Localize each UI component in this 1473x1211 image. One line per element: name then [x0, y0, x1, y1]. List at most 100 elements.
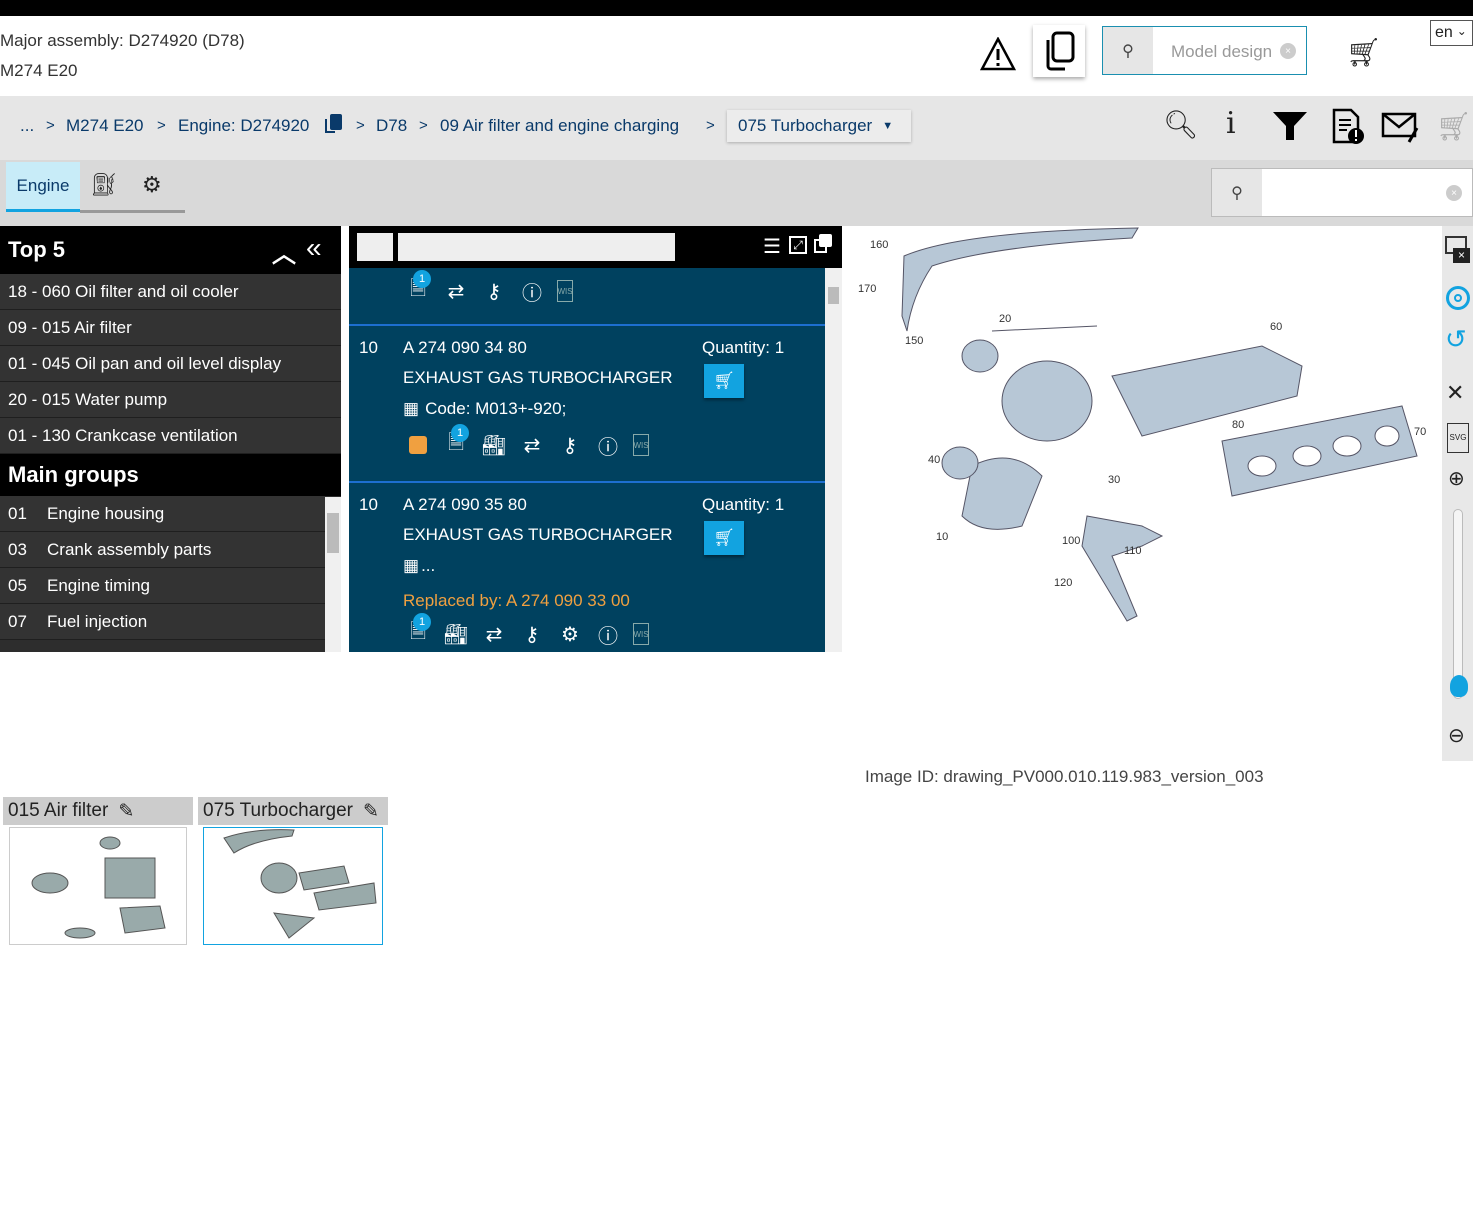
warning-icon[interactable] [978, 34, 1018, 74]
info-icon[interactable]: ⓘ [595, 621, 621, 648]
replaced-by[interactable]: Replaced by: A 274 090 33 00 [403, 591, 630, 611]
info-icon[interactable]: ⓘ [519, 278, 545, 305]
callout-160[interactable]: 160 [870, 239, 888, 251]
copy-icon[interactable] [324, 114, 344, 134]
callout-10[interactable]: 10 [936, 531, 948, 543]
callout-80[interactable]: 80 [1232, 419, 1244, 431]
tab-paint-icon[interactable]: ⛽︎ [90, 172, 118, 198]
part-number[interactable]: A 274 090 35 80 [403, 495, 527, 515]
add-to-cart-button[interactable]: 🛒︎ [704, 521, 744, 555]
popout-icon[interactable] [814, 234, 832, 254]
info-icon[interactable]: ⓘ [595, 432, 621, 459]
key-icon[interactable]: ⚷ [481, 278, 507, 304]
model-design-input[interactable]: Model design [1171, 42, 1272, 62]
code-table-icon[interactable]: ▦ [403, 556, 419, 576]
collapse-panel-icon[interactable]: « [306, 232, 322, 264]
main-group-item[interactable]: 01 Engine housing [0, 496, 325, 532]
zoom-slider-thumb[interactable] [1450, 675, 1468, 697]
scrollbar[interactable] [325, 497, 341, 652]
model-design-search[interactable]: ⚲ Model design × [1102, 26, 1307, 75]
main-group-item[interactable]: 07 Fuel injection [0, 604, 325, 640]
callout-170[interactable]: 170 [858, 283, 876, 295]
callout-20[interactable]: 20 [999, 313, 1011, 325]
top5-item[interactable]: 01 - 045 Oil pan and oil level display [0, 346, 341, 382]
document-search-icon[interactable]: 🗎 1 [405, 613, 431, 647]
main-group-item[interactable]: 03 Crank assembly parts [0, 532, 325, 568]
zoom-in-icon[interactable]: ⊕ [1448, 466, 1465, 491]
language-select[interactable]: en ⌄ [1430, 20, 1473, 46]
filter-input[interactable] [357, 233, 393, 261]
thumbnail-turbocharger[interactable]: 075 Turbocharger ✎ [198, 797, 388, 947]
search-icon[interactable]: ⚲ [1212, 169, 1262, 216]
close-drawing-icon[interactable]: × [1445, 236, 1470, 264]
main-group-item[interactable]: 05 Engine timing [0, 568, 325, 604]
callout-30[interactable]: 30 [1108, 474, 1120, 486]
top5-item[interactable]: 20 - 015 Water pump [0, 382, 341, 418]
note-icon[interactable] [405, 432, 431, 458]
callout-120[interactable]: 120 [1054, 577, 1072, 589]
add-to-cart-button[interactable]: 🛒︎ [704, 364, 744, 398]
factory-icon[interactable]: 🏭︎ [481, 432, 507, 458]
callout-110[interactable]: 110 [1124, 545, 1142, 557]
document-alert-icon[interactable] [1331, 108, 1365, 151]
expand-icon[interactable]: ⤢ [789, 236, 807, 254]
filter-icon[interactable] [1272, 110, 1308, 147]
wis-icon[interactable]: WIS [633, 434, 649, 456]
exploded-drawing[interactable]: 160 170 150 20 60 80 70 40 30 10 100 110 120 [842, 226, 1442, 652]
parts-search-input[interactable]: × [1262, 169, 1472, 216]
breadcrumb-d78[interactable]: D78 [376, 116, 407, 136]
thumbnail-image[interactable] [203, 827, 383, 945]
edit-icon[interactable]: ✎ [118, 800, 134, 823]
clear-icon[interactable]: × [1280, 43, 1296, 59]
target-icon[interactable] [1446, 286, 1470, 310]
zoom-out-icon[interactable]: ⊖ [1448, 723, 1465, 748]
history-icon[interactable]: ↺ [1445, 324, 1467, 355]
thumbnail-image[interactable] [9, 827, 187, 945]
cart-add-icon[interactable]: 🛒︎ [1346, 36, 1382, 69]
part-row[interactable]: 10 A 274 090 34 80 EXHAUST GAS TURBOCHAR… [349, 326, 825, 483]
copy-button[interactable] [1033, 25, 1085, 77]
key-icon[interactable]: ⚷ [519, 621, 545, 647]
breadcrumb-model[interactable]: M274 E20 [66, 116, 144, 136]
zoom-slider[interactable] [1453, 509, 1463, 699]
thumbnail-air-filter[interactable]: 015 Air filter ✎ [3, 797, 193, 947]
callout-60[interactable]: 60 [1270, 321, 1282, 333]
breadcrumb-engine[interactable]: Engine: D274920 [178, 116, 309, 136]
zoom-search-icon[interactable]: 🔍︎ [1163, 108, 1199, 141]
callout-70[interactable]: 70 [1414, 426, 1426, 438]
parts-search[interactable]: ⚲ × [1211, 168, 1473, 217]
breadcrumb-group[interactable]: 09 Air filter and engine charging [440, 116, 679, 136]
edit-icon[interactable]: ✎ [363, 800, 379, 823]
callout-40[interactable]: 40 [928, 454, 940, 466]
breadcrumb-ellipsis[interactable]: ... [20, 116, 34, 136]
tab-engine[interactable]: Engine [6, 162, 80, 212]
info-icon[interactable]: i [1226, 106, 1236, 141]
list-view-icon[interactable]: ☰ [763, 234, 781, 259]
key-icon[interactable]: ⚷ [557, 432, 583, 458]
engine-help-icon[interactable]: ⚙︎ [557, 621, 583, 647]
tab-parts-icon[interactable]: ⚙︎ [142, 172, 162, 198]
part-number[interactable]: A 274 090 34 80 [403, 338, 527, 358]
document-search-icon[interactable]: 🗎 1 [443, 424, 469, 458]
search-input[interactable] [398, 233, 675, 261]
swap-icon[interactable]: ⇄ [481, 621, 507, 647]
document-search-icon[interactable]: 🗎 1 [405, 270, 431, 304]
top5-item[interactable]: 18 - 060 Oil filter and oil cooler [0, 274, 341, 310]
factory-icon[interactable]: 🏭︎ [443, 621, 469, 647]
part-row[interactable]: 10 A 274 090 35 80 EXHAUST GAS TURBOCHAR… [349, 483, 825, 652]
callout-150[interactable]: 150 [905, 335, 923, 347]
svg-export-icon[interactable]: SVG [1447, 423, 1469, 453]
swap-icon[interactable]: ⇄ [443, 278, 469, 304]
search-icon[interactable]: ⚲ [1103, 27, 1153, 74]
callout-100[interactable]: 100 [1062, 535, 1080, 547]
wis-icon[interactable]: WIS [633, 623, 649, 645]
subgroup-dropdown[interactable]: 075 Turbocharger ▼ [727, 110, 911, 142]
cart-icon[interactable]: 🛒︎ [1436, 110, 1472, 143]
scrollbar[interactable] [825, 268, 842, 652]
top5-item[interactable]: 09 - 015 Air filter [0, 310, 341, 346]
chevron-up-icon[interactable]: ︿ [272, 234, 296, 269]
code-table-icon[interactable]: ▦ [403, 399, 419, 419]
wis-icon[interactable]: WIS [557, 280, 573, 302]
clear-icon[interactable]: × [1446, 185, 1462, 201]
mail-edit-icon[interactable] [1381, 110, 1421, 149]
